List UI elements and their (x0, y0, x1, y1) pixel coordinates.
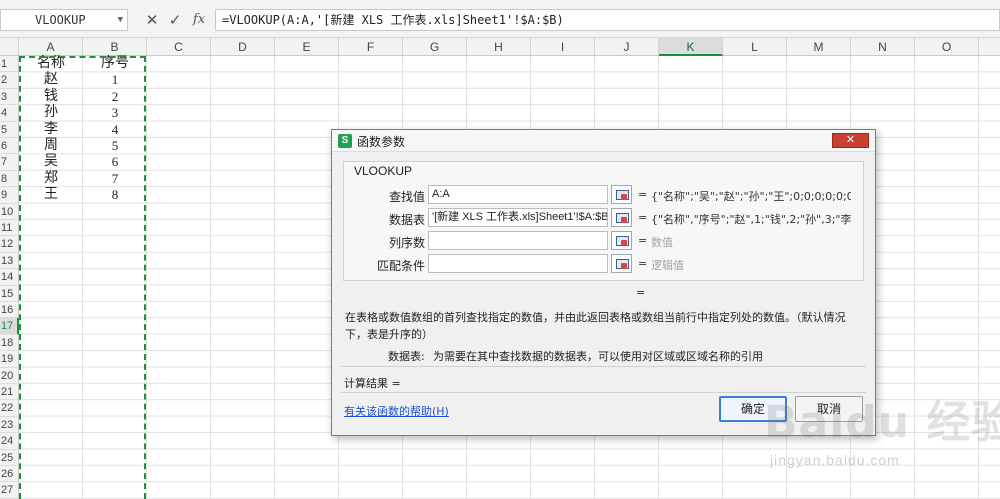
row-header-1[interactable]: 1 (0, 56, 19, 73)
calculation-result: 计算结果 = (344, 377, 401, 390)
column-header-c[interactable]: C (147, 38, 211, 56)
row-header-23[interactable]: 23 (0, 417, 19, 434)
row-header-11[interactable]: 11 (0, 220, 19, 237)
row-header-12[interactable]: 12 (0, 236, 19, 253)
baidu-watermark: Baidu 经验 jingyan.baidu.com (742, 378, 1000, 496)
param-description-label: 数据表: (388, 350, 425, 363)
row-header-4[interactable]: 4 (0, 105, 19, 122)
column-headers: ABCDEFGHIJKLMNO (0, 38, 1000, 56)
function-description: 在表格或数值数组的首列查找指定的数值，并由此返回表格或数组当前行中指定列处的数值… (345, 311, 846, 341)
row-header-26[interactable]: 26 (0, 466, 19, 483)
row-header-18[interactable]: 18 (0, 335, 19, 352)
close-button[interactable]: ✕ (832, 133, 869, 148)
arg-label-table-array: 数据表 (388, 213, 425, 227)
insert-function-icon[interactable]: fx (189, 9, 209, 31)
row-header-27[interactable]: 27 (0, 482, 19, 499)
wps-logo-icon: S (338, 134, 352, 148)
collapse-dialog-icon[interactable] (611, 231, 632, 250)
arg-input-col-index[interactable] (428, 231, 608, 250)
cancel-formula-icon[interactable]: ✕ (144, 9, 160, 31)
row-header-3[interactable]: 3 (0, 89, 19, 106)
accept-formula-icon[interactable]: ✓ (167, 9, 183, 31)
name-box-value: VLOOKUP (35, 13, 86, 27)
dialog-title-bar[interactable]: S 函数参数 ✕ (332, 130, 875, 152)
column-header-i[interactable]: I (531, 38, 595, 56)
column-header-m[interactable]: M (787, 38, 851, 56)
row-header-25[interactable]: 25 (0, 450, 19, 466)
name-box[interactable]: VLOOKUP ▼ (0, 9, 128, 31)
help-link[interactable]: 有关该函数的帮助(H) (344, 403, 449, 419)
formula-input[interactable]: =VLOOKUP(A:A,'[新建 XLS 工作表.xls]Sheet1'!$A… (215, 9, 1000, 31)
arg-result-lookup-value: {"名称";"吴";"赵";"孙";"王";0;0;0;0;0;0;0;0;0;… (651, 190, 851, 203)
dialog-title: 函数参数 (357, 135, 406, 149)
arg-label-col-index: 列序数 (388, 236, 425, 250)
select-all-corner[interactable] (0, 38, 19, 56)
row-header-15[interactable]: 15 (0, 286, 19, 302)
arg-label-range-lookup: 匹配条件 (376, 259, 425, 273)
row-headers: 1 2 3 4 5 6 7 8 9 10 11 12 13 14 15 16 17 18 19 20 21 22 23 24 2… (0, 56, 19, 499)
arg-result-table-array: {"名称","序号";"赵",1;"钱",2;"孙",3;"李",4;... (651, 213, 851, 226)
arg-equals: = (638, 234, 648, 247)
row-header-16[interactable]: 16 (0, 302, 19, 319)
row-header-13[interactable]: 13 (0, 253, 19, 270)
row-header-17[interactable]: 17 (0, 318, 19, 335)
row-header-14[interactable]: 14 (0, 269, 19, 286)
collapse-dialog-icon[interactable] (611, 254, 632, 273)
column-header-g[interactable]: G (403, 38, 467, 56)
function-name: VLOOKUP (354, 164, 413, 178)
watermark-logo: Baidu 经验 (764, 397, 1000, 448)
row-header-7[interactable]: 7 (0, 154, 19, 171)
column-header-k[interactable]: K (659, 38, 723, 56)
function-result-equals: = (636, 286, 646, 299)
column-header-l[interactable]: L (723, 38, 787, 56)
row-header-10[interactable]: 10 (0, 204, 19, 220)
row-header-9[interactable]: 9 (0, 187, 19, 204)
row-header-19[interactable]: 19 (0, 351, 19, 368)
column-header-j[interactable]: J (595, 38, 659, 56)
spreadsheet-window: VLOOKUP ▼ ✕ ✓ fx =VLOOKUP(A:A,'[新建 XLS 工… (0, 0, 1000, 499)
arg-equals: = (638, 188, 648, 201)
watermark-url: jingyan.baidu.com (770, 452, 900, 468)
arg-input-lookup-value[interactable]: A:A (428, 185, 608, 204)
column-header-a[interactable]: A (19, 38, 83, 56)
column-header-d[interactable]: D (211, 38, 275, 56)
arg-equals: = (638, 257, 648, 270)
arg-input-range-lookup[interactable] (428, 254, 608, 273)
chevron-down-icon[interactable]: ▼ (118, 10, 123, 30)
copy-selection-marquee (19, 56, 146, 499)
column-header-b[interactable]: B (83, 38, 147, 56)
param-description-text: 为需要在其中查找数据的数据表，可以使用对区域或区域名称的引用 (433, 350, 763, 363)
column-header-o[interactable]: O (915, 38, 979, 56)
row-header-5[interactable]: 5 (0, 122, 19, 138)
column-header-f[interactable]: F (339, 38, 403, 56)
row-header-21[interactable]: 21 (0, 384, 19, 401)
formula-bar: VLOOKUP ▼ ✕ ✓ fx =VLOOKUP(A:A,'[新建 XLS 工… (0, 0, 1000, 38)
arg-equals: = (638, 211, 648, 224)
arg-input-table-array[interactable]: '[新建 XLS 工作表.xls]Sheet1'!$A:$B (428, 208, 608, 227)
column-header-e[interactable]: E (275, 38, 339, 56)
collapse-dialog-icon[interactable] (611, 185, 632, 204)
divider (341, 366, 866, 367)
row-header-8[interactable]: 8 (0, 171, 19, 188)
arg-label-lookup-value: 查找值 (388, 190, 425, 204)
row-header-20[interactable]: 20 (0, 368, 19, 384)
row-header-24[interactable]: 24 (0, 433, 19, 450)
arg-hint-col-index: 数值 (651, 236, 673, 249)
row-header-2[interactable]: 2 (0, 72, 19, 89)
collapse-dialog-icon[interactable] (611, 208, 632, 227)
column-header-n[interactable]: N (851, 38, 915, 56)
column-header-h[interactable]: H (467, 38, 531, 56)
row-header-6[interactable]: 6 (0, 138, 19, 155)
arg-hint-range-lookup: 逻辑值 (651, 259, 684, 272)
row-header-22[interactable]: 22 (0, 400, 19, 417)
